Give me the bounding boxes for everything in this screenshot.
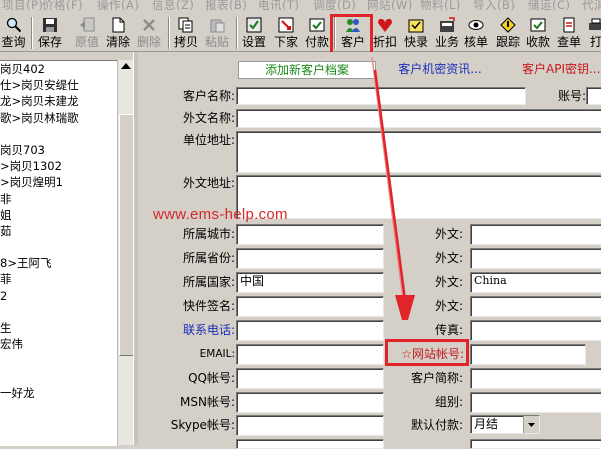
annotation-arrow-icon: [371, 56, 415, 320]
